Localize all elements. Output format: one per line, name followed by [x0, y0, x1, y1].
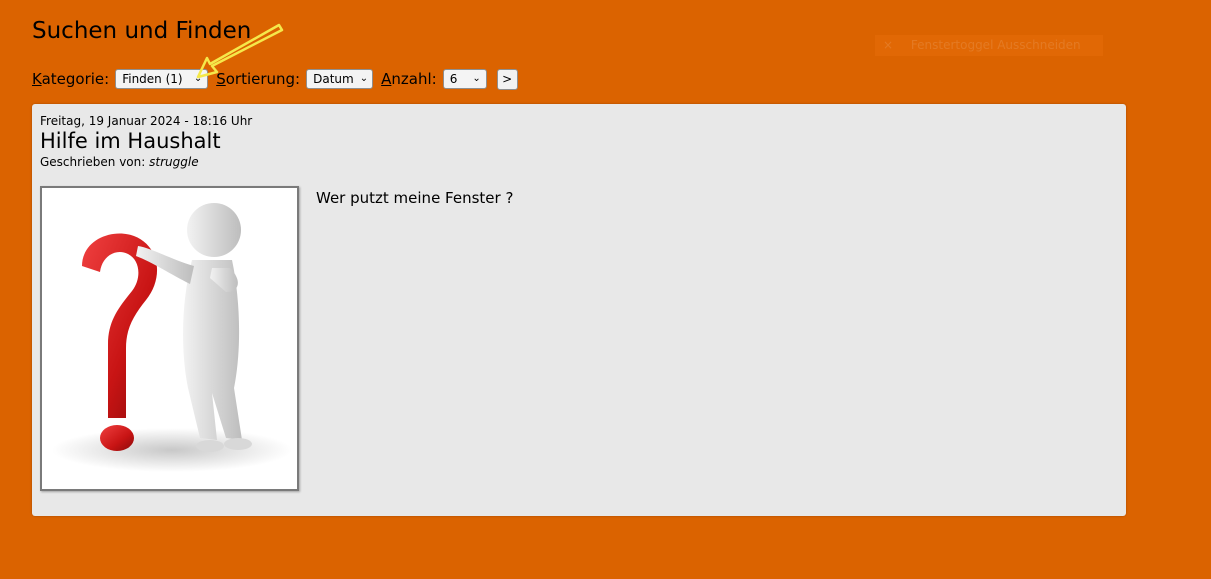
post-title[interactable]: Hilfe im Haushalt: [40, 129, 221, 153]
annotation-arrow-icon: [196, 23, 284, 79]
close-icon: ×: [883, 38, 894, 52]
apply-filter-button[interactable]: >: [496, 68, 518, 90]
anzahl-select-value: 6: [449, 72, 458, 86]
kategorie-select-value: Finden (1): [122, 72, 183, 86]
post-date: Freitag, 19 Januar 2024 - 18:16 Uhr: [40, 114, 253, 128]
author-prefix: Geschrieben von:: [40, 155, 146, 169]
kategorie-label: Kategorie:: [32, 70, 110, 88]
chevron-down-icon: ⌄: [472, 73, 481, 84]
faded-overlay-text: Fenstertoggel Ausschneiden: [910, 38, 1081, 52]
post-image[interactable]: [40, 186, 299, 491]
page: Suchen und Finden × Fenstertoggel Aussch…: [0, 0, 1211, 579]
anzahl-label: Anzahl:: [381, 70, 437, 88]
faded-toolbar-overlay: × Fenstertoggel Ausschneiden: [875, 35, 1103, 56]
anzahl-select[interactable]: 6 ⌄: [442, 69, 487, 89]
post-body-text: Wer putzt meine Fenster ?: [316, 189, 514, 207]
author-name: struggle: [149, 155, 199, 169]
sortierung-select-value: Datum: [313, 72, 354, 86]
sortierung-select[interactable]: Datum ⌄: [306, 69, 374, 89]
chevron-down-icon: ⌄: [359, 73, 369, 84]
post-author: Geschrieben von: struggle: [40, 155, 199, 169]
post-card: Freitag, 19 Januar 2024 - 18:16 Uhr Hilf…: [32, 104, 1126, 516]
question-figure-image: [52, 203, 292, 472]
